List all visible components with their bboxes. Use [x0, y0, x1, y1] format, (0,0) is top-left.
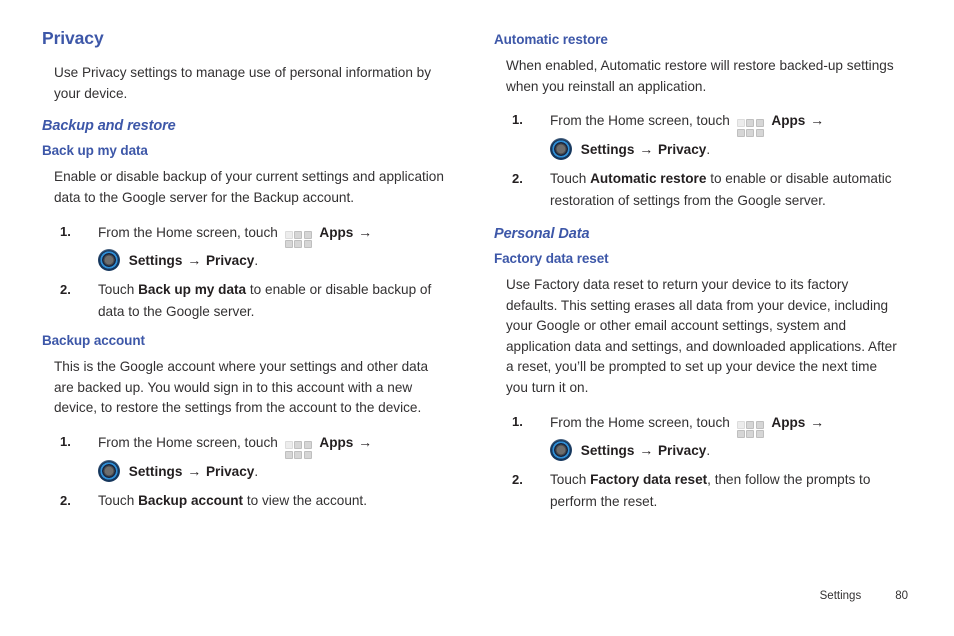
arrow-icon: →: [358, 434, 373, 451]
apps-grid-icon[interactable]: [736, 119, 764, 137]
factory-data-reset-steps: 1. From the Home screen, touch Apps → Se…: [494, 411, 902, 514]
page-title: Privacy: [42, 28, 104, 48]
step-bold-term: Factory data reset: [590, 472, 708, 488]
manual-page: Privacy Use Privacy settings to manage u…: [0, 0, 954, 636]
backup-account-heading: Backup account: [42, 333, 145, 349]
step-number: 2.: [60, 492, 71, 508]
footer-section-label: Settings: [819, 590, 862, 602]
apps-grid-icon[interactable]: [284, 441, 312, 459]
step-text-lead: From the Home screen, touch: [98, 435, 278, 451]
settings-label: Settings: [128, 253, 183, 269]
automatic-restore-heading: Automatic restore: [494, 32, 608, 47]
step-text-lead: From the Home screen, touch: [98, 224, 278, 240]
settings-label: Settings: [580, 141, 635, 157]
backup-account-paragraph: This is the Google account where your se…: [54, 359, 429, 416]
arrow-icon: →: [810, 112, 825, 129]
factory-data-reset-heading: Factory data reset: [494, 250, 609, 266]
apps-grid-icon[interactable]: [736, 420, 764, 439]
step-text-tail: to view the account.: [246, 492, 367, 508]
settings-label: Settings: [128, 463, 183, 479]
footer-page-number: 80: [895, 590, 908, 602]
backup-and-restore-heading: Backup and restore: [42, 118, 176, 135]
step-text-lead: Touch: [550, 170, 587, 186]
step-number: 2.: [512, 170, 523, 186]
back-up-my-data-paragraph: Enable or disable backup of your current…: [54, 169, 444, 205]
step-number: 1.: [512, 413, 523, 429]
step-period: .: [254, 253, 259, 269]
settings-gear-icon[interactable]: [98, 249, 120, 272]
step-number: 1.: [512, 112, 523, 128]
list-item: 1. From the Home screen, touch Apps → Se…: [512, 411, 902, 463]
apps-label: Apps: [771, 414, 806, 430]
settings-gear-icon[interactable]: [550, 137, 572, 160]
step-period: .: [254, 463, 259, 479]
step-number: 1.: [60, 223, 71, 239]
automatic-restore-steps: 1. From the Home screen, touch Apps → Se…: [494, 109, 902, 212]
settings-gear-icon[interactable]: [98, 459, 120, 482]
factory-data-reset-paragraph: Use Factory data reset to return your de…: [506, 276, 897, 396]
step-period: .: [706, 443, 711, 459]
step-icon-line: Settings → Privacy.: [550, 137, 902, 161]
list-item: 1. From the Home screen, touch Apps → Se…: [512, 109, 902, 161]
list-item: 1. From the Home screen, touch Apps → Se…: [60, 221, 450, 273]
step-text-lead: From the Home screen, touch: [550, 113, 730, 129]
backup-account-steps: 1. From the Home screen, touch Apps → Se…: [42, 431, 450, 512]
arrow-icon: →: [810, 413, 825, 430]
arrow-icon: →: [187, 462, 202, 479]
page-footer: Settings 80: [820, 590, 908, 602]
back-up-my-data-steps: 1. From the Home screen, touch Apps → Se…: [42, 221, 450, 324]
arrow-icon: →: [639, 442, 654, 459]
settings-label: Settings: [580, 443, 635, 459]
apps-label: Apps: [319, 224, 354, 240]
list-item: 2. Touch Factory data reset, then follow…: [512, 469, 902, 513]
personal-data-heading: Personal Data: [494, 225, 590, 242]
apps-label: Apps: [771, 113, 806, 129]
list-item: 1. From the Home screen, touch Apps → Se…: [60, 431, 450, 483]
step-bold-term: Automatic restore: [590, 170, 707, 186]
right-column: Automatic restore When enabled, Automati…: [494, 28, 902, 636]
step-icon-line: Settings → Privacy.: [98, 249, 450, 272]
back-up-my-data-heading: Back up my data: [42, 143, 148, 159]
target-label: Privacy: [657, 141, 707, 157]
settings-gear-icon[interactable]: [550, 439, 572, 462]
step-number: 1.: [60, 434, 71, 450]
step-number: 2.: [512, 472, 523, 488]
step-period: .: [706, 141, 711, 157]
arrow-icon: →: [639, 140, 654, 157]
list-item: 2. Touch Automatic restore to enable or …: [512, 168, 902, 212]
privacy-intro-paragraph: Use Privacy settings to manage use of pe…: [54, 65, 432, 101]
step-text-lead: From the Home screen, touch: [550, 414, 730, 430]
step-icon-line: Settings → Privacy.: [98, 459, 450, 483]
step-text-lead: Touch: [98, 282, 135, 298]
target-label: Privacy: [657, 443, 707, 459]
list-item: 2. Touch Back up my data to enable or di…: [60, 279, 450, 323]
automatic-restore-paragraph: When enabled, Automatic restore will res…: [506, 58, 894, 94]
left-column: Privacy Use Privacy settings to manage u…: [42, 28, 450, 636]
step-number: 2.: [60, 282, 71, 298]
target-label: Privacy: [205, 253, 255, 269]
arrow-icon: →: [187, 252, 202, 269]
step-bold-term: Backup account: [138, 492, 244, 508]
step-bold-term: Back up my data: [138, 282, 247, 298]
step-text-lead: Touch: [550, 472, 587, 488]
step-icon-line: Settings → Privacy.: [550, 439, 902, 462]
list-item: 2. Touch Backup account to view the acco…: [60, 490, 450, 512]
target-label: Privacy: [205, 463, 255, 479]
apps-label: Apps: [319, 435, 354, 451]
step-text-lead: Touch: [98, 492, 135, 508]
apps-grid-icon[interactable]: [284, 230, 312, 249]
arrow-icon: →: [358, 223, 373, 240]
